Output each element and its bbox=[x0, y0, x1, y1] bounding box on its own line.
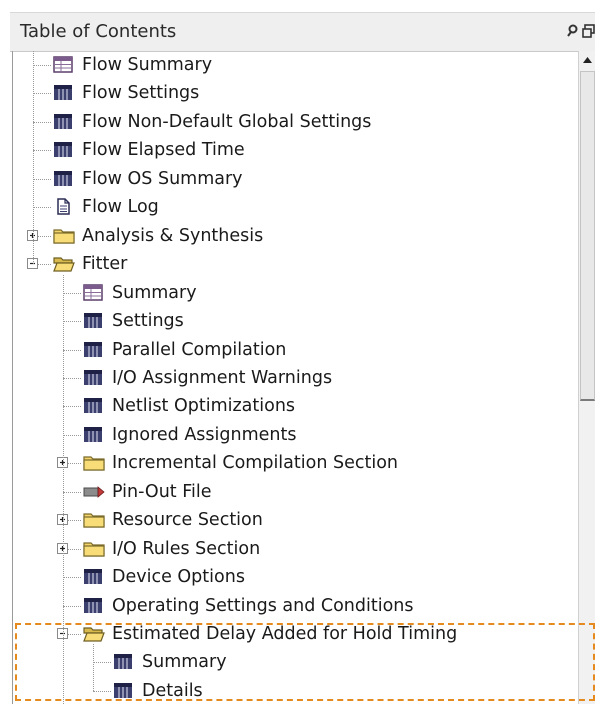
panel-header: Table of Contents bbox=[10, 12, 595, 52]
grid-table-icon bbox=[83, 369, 103, 386]
tree-item-flow-os-summary[interactable]: Flow OS Summary bbox=[13, 165, 579, 193]
tree-connector bbox=[93, 690, 111, 692]
tree-item-analysis-synthesis[interactable]: Analysis & Synthesis bbox=[13, 222, 579, 250]
tree-item-label: Flow Settings bbox=[82, 83, 200, 104]
tree-item-flow-settings[interactable]: Flow Settings bbox=[13, 79, 579, 107]
tree-item-label: Flow OS Summary bbox=[82, 168, 243, 189]
tree-item-ignored-assignments[interactable]: Ignored Assignments bbox=[13, 421, 579, 449]
grid-table-icon bbox=[53, 113, 73, 130]
tree-connector bbox=[63, 577, 81, 579]
tree-item-label: Resource Section bbox=[112, 510, 263, 531]
tree-item-device-options[interactable]: Device Options bbox=[13, 563, 579, 591]
grid-table-icon bbox=[113, 682, 133, 699]
grid-table-icon bbox=[83, 397, 103, 414]
tree-item-label: Flow Non-Default Global Settings bbox=[82, 111, 372, 132]
scrollbar-thumb[interactable] bbox=[580, 71, 595, 401]
tree-connector bbox=[63, 491, 81, 493]
panel-title: Table of Contents bbox=[20, 21, 177, 42]
tree-item-flow-non-default-global-settings[interactable]: Flow Non-Default Global Settings bbox=[13, 108, 579, 136]
tree-item-label: Analysis & Synthesis bbox=[82, 225, 264, 246]
folder-closed-icon bbox=[83, 540, 105, 557]
tree-item-hold-timing-details[interactable]: Details bbox=[13, 677, 579, 704]
tree-connector bbox=[63, 434, 81, 436]
tree-connector bbox=[63, 605, 81, 607]
tree-item-fitter-settings[interactable]: Settings bbox=[13, 307, 579, 335]
tree-item-fitter[interactable]: Fitter bbox=[13, 250, 579, 278]
tree-item-label: Flow Summary bbox=[82, 55, 213, 75]
pin-icon[interactable] bbox=[567, 24, 581, 40]
report-tree: Flow Summary Flow Settings Flow Non-Defaul… bbox=[12, 51, 579, 704]
tree-item-label: Settings bbox=[112, 311, 184, 332]
tree-item-label: Summary bbox=[142, 652, 227, 673]
tree-item-label: Fitter bbox=[82, 254, 128, 275]
tree-item-label: Summary bbox=[112, 282, 197, 303]
tree-item-pin-out-file[interactable]: Pin-Out File bbox=[13, 478, 579, 506]
scroll-up-arrow-icon[interactable] bbox=[582, 55, 593, 65]
tree-connector bbox=[63, 292, 81, 294]
tree-connector bbox=[63, 321, 81, 323]
grid-table-icon bbox=[83, 597, 103, 614]
tree-item-operating-settings-and-conditions[interactable]: Operating Settings and Conditions bbox=[13, 592, 579, 620]
tree-item-fitter-summary[interactable]: Summary bbox=[13, 279, 579, 307]
summary-table-icon bbox=[53, 56, 73, 73]
tree-item-label: Incremental Compilation Section bbox=[112, 453, 398, 474]
tree-item-estimated-delay-added-for-hold-timing[interactable]: Estimated Delay Added for Hold Timing bbox=[13, 620, 579, 648]
tree-item-incremental-compilation-section[interactable]: Incremental Compilation Section bbox=[13, 449, 579, 477]
tree-connector bbox=[63, 349, 81, 351]
tree-item-label: I/O Rules Section bbox=[112, 538, 261, 559]
grid-table-icon bbox=[53, 141, 73, 158]
folder-closed-icon bbox=[83, 511, 105, 528]
vertical-scrollbar[interactable] bbox=[578, 51, 595, 704]
tree-item-flow-elapsed-time[interactable]: Flow Elapsed Time bbox=[13, 136, 579, 164]
document-icon bbox=[53, 198, 73, 215]
tree-connector bbox=[63, 377, 81, 379]
tree-item-parallel-compilation[interactable]: Parallel Compilation bbox=[13, 336, 579, 364]
tree-connector bbox=[93, 662, 111, 664]
grid-table-icon bbox=[83, 568, 103, 585]
tree-connector bbox=[33, 150, 51, 152]
tree-connector bbox=[33, 93, 51, 95]
tree-item-label: Estimated Delay Added for Hold Timing bbox=[112, 624, 458, 644]
tree-item-flow-summary[interactable]: Flow Summary bbox=[13, 51, 579, 79]
tree-connector bbox=[63, 406, 81, 408]
panel-header-icons bbox=[565, 22, 595, 42]
grid-table-icon bbox=[113, 653, 133, 670]
tree-item-resource-section[interactable]: Resource Section bbox=[13, 506, 579, 534]
tree-connector bbox=[33, 65, 51, 66]
tree-item-label: Netlist Optimizations bbox=[112, 396, 296, 417]
tree-item-label: Details bbox=[142, 680, 203, 701]
tree-guide-hold-timing bbox=[93, 644, 94, 691]
tree-guide-root bbox=[33, 51, 34, 265]
tree-item-netlist-optimizations[interactable]: Netlist Optimizations bbox=[13, 392, 579, 420]
grid-table-icon bbox=[83, 426, 103, 443]
folder-closed-icon bbox=[53, 227, 75, 244]
tree-guide-fitter bbox=[63, 274, 64, 704]
tree-item-label: I/O Assignment Warnings bbox=[112, 367, 333, 388]
summary-table-icon bbox=[83, 283, 103, 301]
restore-icon[interactable] bbox=[582, 24, 595, 40]
tree-item-label: Device Options bbox=[112, 567, 245, 588]
pin-file-icon bbox=[83, 483, 105, 500]
folder-open-icon bbox=[83, 625, 105, 642]
tree-item-label: Operating Settings and Conditions bbox=[112, 595, 414, 616]
folder-closed-icon bbox=[83, 454, 105, 471]
tree-item-label: Pin-Out File bbox=[112, 481, 212, 502]
grid-table-icon bbox=[83, 341, 103, 358]
grid-table-icon bbox=[53, 170, 73, 187]
tree-item-flow-log[interactable]: Flow Log bbox=[13, 193, 579, 221]
folder-open-icon bbox=[53, 255, 75, 272]
tree-connector bbox=[33, 207, 51, 209]
tree-item-io-rules-section[interactable]: I/O Rules Section bbox=[13, 535, 579, 563]
tree-connector bbox=[33, 178, 51, 180]
tree-item-label: Flow Log bbox=[82, 197, 159, 218]
grid-table-icon bbox=[53, 84, 73, 101]
table-of-contents-panel: Table of Contents Flow Summary Flow Setti… bbox=[10, 12, 595, 704]
grid-table-icon bbox=[83, 312, 103, 329]
tree-item-io-assignment-warnings[interactable]: I/O Assignment Warnings bbox=[13, 364, 579, 392]
tree-item-label: Parallel Compilation bbox=[112, 339, 287, 360]
tree-connector bbox=[33, 121, 51, 123]
tree-item-label: Flow Elapsed Time bbox=[82, 140, 245, 161]
tree-item-label: Ignored Assignments bbox=[112, 424, 297, 445]
tree-item-hold-timing-summary[interactable]: Summary bbox=[13, 648, 579, 676]
